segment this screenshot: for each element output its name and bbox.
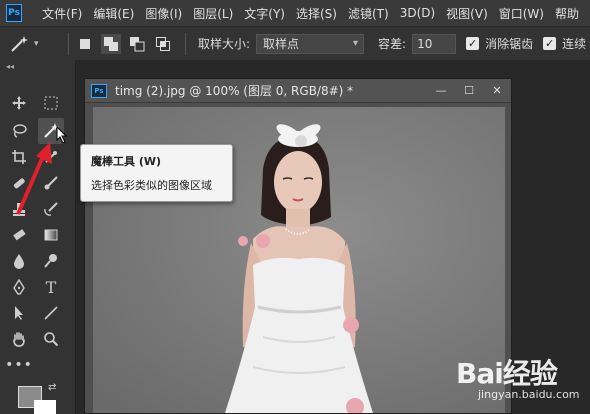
background-color-swatch[interactable] [34, 400, 56, 414]
hand-tool[interactable] [8, 328, 30, 350]
contiguous-label: 连续 [562, 37, 587, 51]
divider [185, 32, 186, 55]
new-selection-button[interactable] [75, 34, 95, 54]
subtract-from-selection-button[interactable] [127, 34, 147, 54]
lasso-icon [13, 124, 27, 138]
add-selection-icon [104, 36, 118, 51]
move-tool[interactable] [8, 92, 30, 114]
subtract-selection-icon [130, 36, 145, 51]
path-selection-icon [15, 306, 23, 320]
zoom-tool[interactable] [40, 328, 62, 350]
sample-size-select[interactable]: 取样点 ▾ [256, 33, 365, 54]
menu-filter[interactable]: 滤镜(T) [348, 5, 389, 22]
maximize-button[interactable]: ☐ [455, 82, 483, 100]
tolerance-input[interactable]: 10 [412, 33, 457, 54]
path-selection-tool[interactable] [8, 302, 30, 324]
document-title: timg (2).jpg @ 100% (图层 0, RGB/8#) * [115, 84, 354, 98]
hand-icon [13, 332, 25, 347]
baidu-watermark: Bai经验 jingyan.baidu.com [450, 348, 590, 414]
move-icon [12, 96, 26, 110]
swap-colors-icon[interactable]: ⇄ [48, 382, 56, 393]
minimize-button[interactable]: — [427, 82, 455, 100]
type-icon: T [45, 277, 57, 297]
close-icon: ✕ [492, 84, 502, 97]
menu-window[interactable]: 窗口(W) [499, 5, 544, 22]
menu-bar: Ps 文件(F) 编辑(E) 图像(I) 图层(L) 文字(Y) 选择(S) 滤… [0, 0, 590, 26]
menu-view[interactable]: 视图(V) [446, 5, 488, 22]
close-button[interactable]: ✕ [483, 82, 511, 100]
gradient-tool[interactable] [40, 224, 62, 246]
magic-wand-icon [11, 35, 28, 52]
tools-panel: ◂◂ T ••• ⇄ [0, 60, 76, 414]
blur-icon [14, 254, 24, 269]
minimize-icon: — [435, 84, 447, 97]
menu-layer[interactable]: 图层(L) [193, 5, 233, 22]
document-titlebar[interactable]: Ps timg (2).jpg @ 100% (图层 0, RGB/8#) * … [85, 79, 511, 103]
options-bar: ▾ 取样大小: 取样点 ▾ 容差: 10 ✓ 消除锯齿 ✓ 连续 [0, 26, 590, 60]
tooltip-title: 魔棒工具 (W) [91, 155, 162, 168]
tooltip-description: 选择色彩类似的图像区域 [91, 179, 212, 192]
eraser-tool[interactable] [8, 224, 30, 246]
anti-alias-checkbox[interactable]: ✓ [466, 37, 480, 50]
marquee-icon [44, 96, 58, 110]
collapse-panel-icon[interactable]: ◂◂ [6, 62, 14, 71]
lasso-tool[interactable] [8, 120, 30, 142]
anti-alias-label: 消除锯齿 [485, 37, 534, 51]
photoshop-logo-icon: Ps [6, 4, 23, 22]
menu-select[interactable]: 选择(S) [296, 5, 337, 22]
maximize-icon: ☐ [464, 84, 474, 97]
chevron-down-icon: ▾ [353, 37, 359, 49]
menu-type[interactable]: 文字(Y) [244, 5, 285, 22]
menu-edit[interactable]: 编辑(E) [93, 5, 134, 22]
menu-help[interactable]: 帮助 [555, 5, 579, 22]
blur-tool[interactable] [8, 250, 30, 272]
tool-tooltip: 魔棒工具 (W) 选择色彩类似的图像区域 [80, 144, 233, 202]
divider [68, 32, 69, 55]
watermark-url: jingyan.baidu.com [478, 388, 580, 401]
more-icon: ••• [5, 357, 33, 373]
intersect-selection-icon [156, 36, 170, 51]
add-to-selection-button[interactable] [101, 33, 121, 54]
menu-image[interactable]: 图像(I) [145, 5, 182, 22]
menu-3d[interactable]: 3D(D) [400, 6, 435, 20]
dodge-tool[interactable] [40, 250, 62, 272]
sample-size-label: 取样大小: [198, 37, 251, 51]
eraser-icon [13, 229, 26, 241]
document-window: Ps timg (2).jpg @ 100% (图层 0, RGB/8#) * … [84, 78, 512, 414]
line-icon [44, 306, 58, 320]
tolerance-label: 容差: [378, 37, 407, 51]
photoshop-doc-icon: Ps [91, 83, 107, 98]
marquee-tool[interactable] [40, 92, 62, 114]
chevron-down-icon: ▾ [34, 38, 39, 49]
new-selection-icon [80, 38, 90, 49]
more-tools-button[interactable]: ••• [5, 354, 33, 376]
intersect-selection-button[interactable] [153, 34, 173, 54]
dodge-icon [44, 254, 57, 268]
line-tool[interactable] [40, 302, 62, 324]
pen-tool[interactable] [8, 276, 30, 298]
menu-file[interactable]: 文件(F) [42, 5, 82, 22]
gradient-icon [44, 229, 58, 241]
pen-icon [13, 279, 25, 295]
contiguous-checkbox[interactable]: ✓ [543, 37, 557, 50]
zoom-icon [44, 332, 59, 347]
watermark-logo: Bai经验 [456, 357, 558, 390]
red-arrow-annotation [16, 142, 52, 215]
tool-preset-picker[interactable]: ▾ [8, 31, 62, 57]
type-tool[interactable]: T [40, 276, 62, 298]
sample-size-value: 取样点 [263, 37, 300, 51]
